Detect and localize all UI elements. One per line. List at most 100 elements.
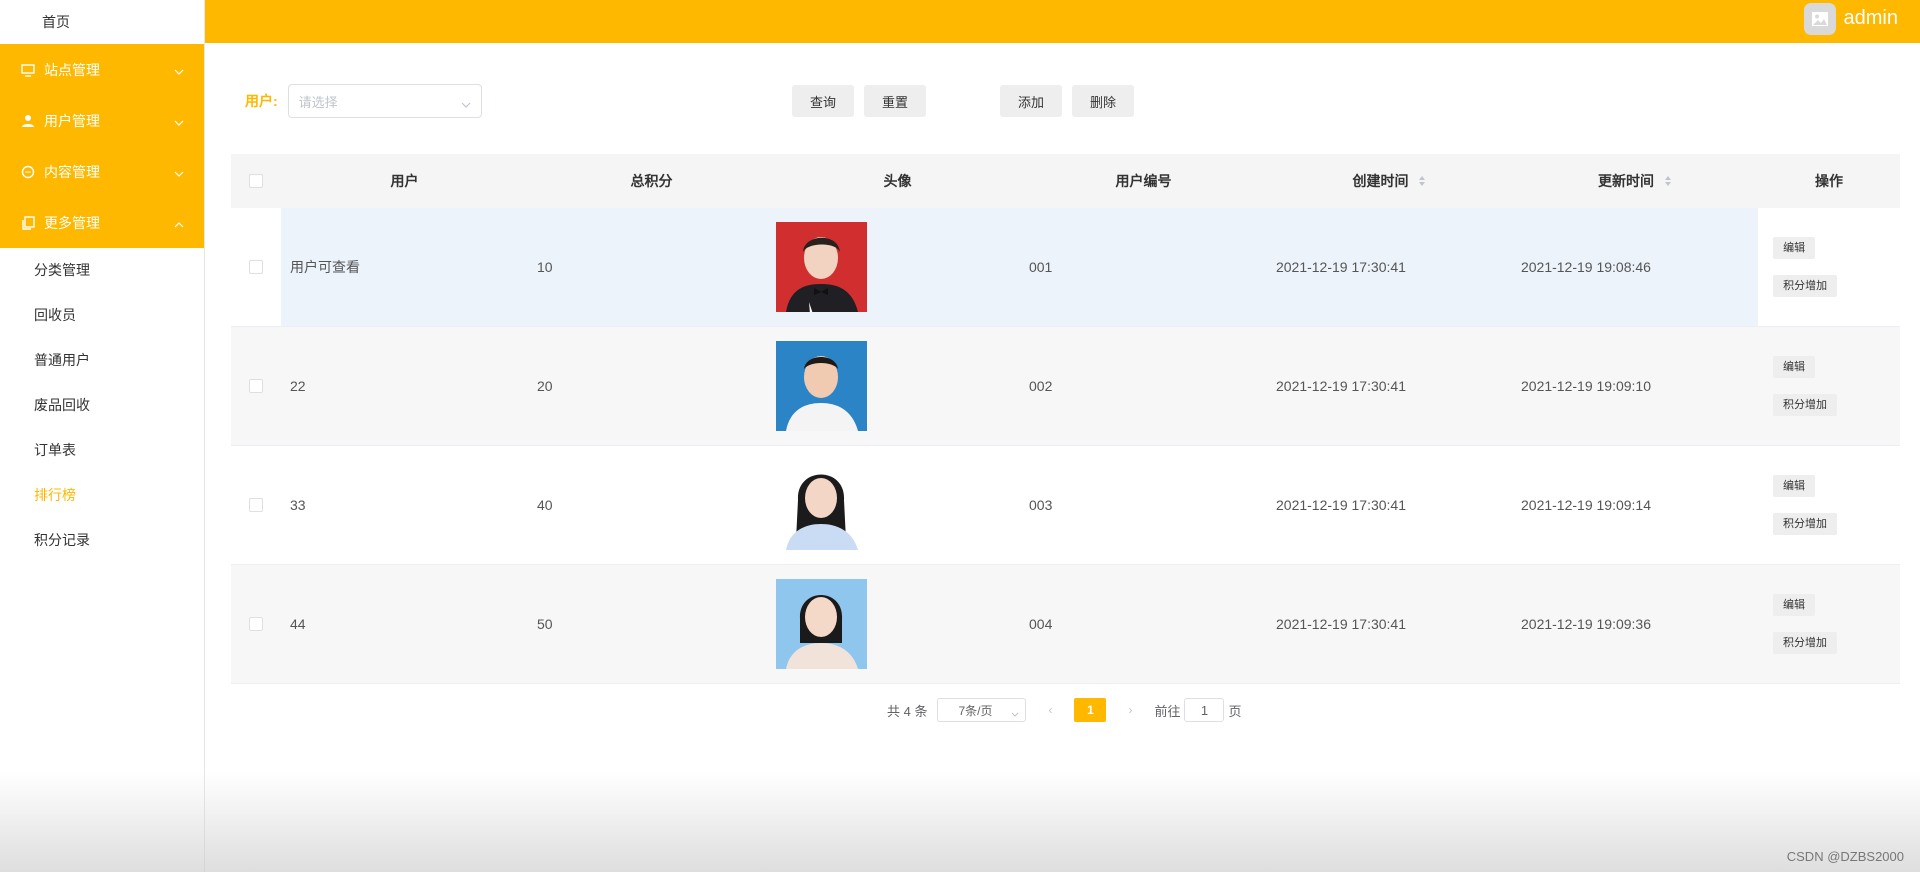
chat-icon [20, 164, 36, 180]
cell-updated: 2021-12-19 19:09:36 [1521, 616, 1651, 632]
cell-updated: 2021-12-19 19:09:14 [1521, 497, 1651, 513]
table-row[interactable]: 22 20 002 2021-12-19 17:30:41 2021-12-19… [231, 327, 1900, 446]
add-points-button[interactable]: 积分增加 [1773, 275, 1838, 297]
sidebar-item-recycler[interactable]: 回收员 [0, 293, 204, 338]
select-placeholder: 请选择 [298, 94, 338, 110]
cell-created: 2021-12-19 17:30:41 [1276, 616, 1406, 632]
pagination: 共 4 条 7条/页 ‹ 1 › 前往 1 页 [887, 698, 1242, 722]
page-number-current[interactable]: 1 [1074, 698, 1107, 722]
sidebar-item-orders[interactable]: 订单表 [0, 428, 204, 473]
chevron-down-icon [174, 62, 184, 78]
delete-button[interactable]: 删除 [1072, 85, 1135, 117]
query-button[interactable]: 查询 [792, 85, 855, 117]
chevron-down-icon [461, 96, 471, 111]
table-header: 用户 总积分 头像 用户编号 创建时间 更新时间 操作 [231, 154, 1900, 208]
sidebar-item-ranking[interactable]: 排行榜 [0, 473, 204, 518]
cell-avatar [775, 341, 1020, 431]
chevron-down-icon [174, 113, 184, 129]
row-checkbox[interactable] [249, 379, 263, 393]
sidebar-home[interactable]: 首页 [0, 0, 204, 44]
edit-button[interactable]: 编辑 [1773, 594, 1815, 616]
avatar-photo[interactable] [776, 341, 867, 431]
cell-updated: 2021-12-19 19:08:46 [1520, 259, 1651, 275]
avatar-photo[interactable] [776, 460, 867, 550]
select-all-checkbox[interactable] [249, 174, 263, 188]
col-created[interactable]: 创建时间 [1267, 171, 1512, 191]
cell-created: 2021-12-19 17:30:41 [1276, 378, 1406, 394]
bottom-fade [0, 772, 1920, 872]
table-row[interactable]: 44 50 004 2021-12-19 17:30:41 2021-12-19… [231, 565, 1900, 684]
page-size-value: 7条/页 [958, 703, 993, 718]
cell-score: 40 [537, 497, 553, 513]
col-avatar: 头像 [883, 173, 912, 189]
add-points-button[interactable]: 积分增加 [1773, 632, 1837, 654]
avatar-photo[interactable] [776, 579, 867, 669]
user-icon [20, 113, 36, 129]
avatar-photo[interactable] [775, 222, 867, 312]
search-bar: 用户: 请选择 [245, 84, 482, 118]
sidebar-item-waste-recycle[interactable]: 废品回收 [0, 383, 204, 428]
username: admin [1843, 6, 1898, 29]
user-menu[interactable]: admin [1803, 0, 1898, 36]
col-updated[interactable]: 更新时间 [1512, 171, 1758, 191]
sidebar-group-more[interactable]: 更多管理 [0, 197, 204, 248]
cell-avatar [775, 222, 1020, 312]
cell-user: 33 [290, 497, 306, 513]
chevron-down-icon [174, 164, 184, 180]
cell-created: 2021-12-19 17:30:41 [1276, 497, 1406, 513]
sidebar-item-normal-user[interactable]: 普通用户 [0, 338, 204, 383]
table-row[interactable]: 33 40 003 2021-12-19 17:30:41 2021-12-19… [231, 446, 1900, 565]
col-ops: 操作 [1815, 173, 1843, 189]
chevron-down-icon [1011, 706, 1019, 720]
row-checkbox[interactable] [249, 498, 263, 512]
edit-button[interactable]: 编辑 [1773, 237, 1816, 259]
row-checkbox[interactable] [249, 617, 263, 631]
sidebar-group-users[interactable]: 用户管理 [0, 95, 204, 146]
page-size-select[interactable]: 7条/页 [937, 698, 1027, 722]
goto-prefix: 前往 [1154, 703, 1181, 719]
sidebar-group-label: 用户管理 [44, 112, 100, 129]
reset-button[interactable]: 重置 [864, 85, 927, 117]
user-filter-label: 用户: [245, 93, 278, 109]
col-number: 用户编号 [1115, 173, 1172, 189]
sidebar-group-label: 内容管理 [44, 163, 100, 180]
sidebar-item-points-record[interactable]: 积分记录 [0, 518, 204, 563]
sidebar-item-category[interactable]: 分类管理 [0, 248, 204, 293]
add-button[interactable]: 添加 [1000, 85, 1063, 117]
cell-number: 002 [1029, 378, 1053, 394]
monitor-icon [20, 62, 36, 78]
chevron-up-icon [174, 215, 184, 231]
sidebar-group-label: 站点管理 [44, 61, 100, 78]
copy-icon [20, 215, 36, 231]
cell-number: 001 [1028, 259, 1053, 275]
sidebar-group-site[interactable]: 站点管理 [0, 44, 204, 95]
add-points-button[interactable]: 积分增加 [1773, 394, 1837, 416]
col-score: 总积分 [630, 173, 673, 189]
top-header: admin [205, 0, 1920, 43]
data-table: 用户 总积分 头像 用户编号 创建时间 更新时间 操作 用户可查看 10 001… [231, 154, 1900, 684]
edit-button[interactable]: 编辑 [1773, 356, 1815, 378]
table-row[interactable]: 用户可查看 10 001 2021-12-19 17:30:41 2021-12… [231, 208, 1900, 327]
goto-suffix: 页 [1228, 703, 1242, 719]
add-points-button[interactable]: 积分增加 [1773, 513, 1837, 535]
prev-page-icon[interactable]: ‹ [1048, 703, 1052, 717]
pagination-total: 共 4 条 [887, 703, 928, 719]
goto-page-input[interactable]: 1 [1184, 698, 1225, 722]
row-checkbox[interactable] [248, 260, 263, 274]
cell-user: 用户可查看 [289, 259, 360, 275]
sidebar-group-label: 更多管理 [44, 214, 100, 231]
cell-created: 2021-12-19 17:30:41 [1275, 259, 1406, 275]
cell-user: 22 [290, 378, 306, 394]
sort-icon[interactable] [1664, 174, 1672, 190]
cell-number: 003 [1029, 497, 1053, 513]
edit-button[interactable]: 编辑 [1773, 475, 1815, 497]
cell-number: 004 [1029, 616, 1053, 632]
col-created-label: 创建时间 [1352, 173, 1409, 189]
sidebar: 首页 站点管理 用户管理 内容管理 更多管理 分类管理 回收员 普通用户 废品回… [0, 0, 205, 872]
cell-score: 20 [537, 378, 553, 394]
sidebar-group-content[interactable]: 内容管理 [0, 146, 204, 197]
sort-icon[interactable] [1418, 174, 1426, 190]
user-select[interactable]: 请选择 [287, 84, 482, 118]
col-updated-label: 更新时间 [1598, 173, 1655, 189]
next-page-icon[interactable]: › [1128, 703, 1132, 717]
